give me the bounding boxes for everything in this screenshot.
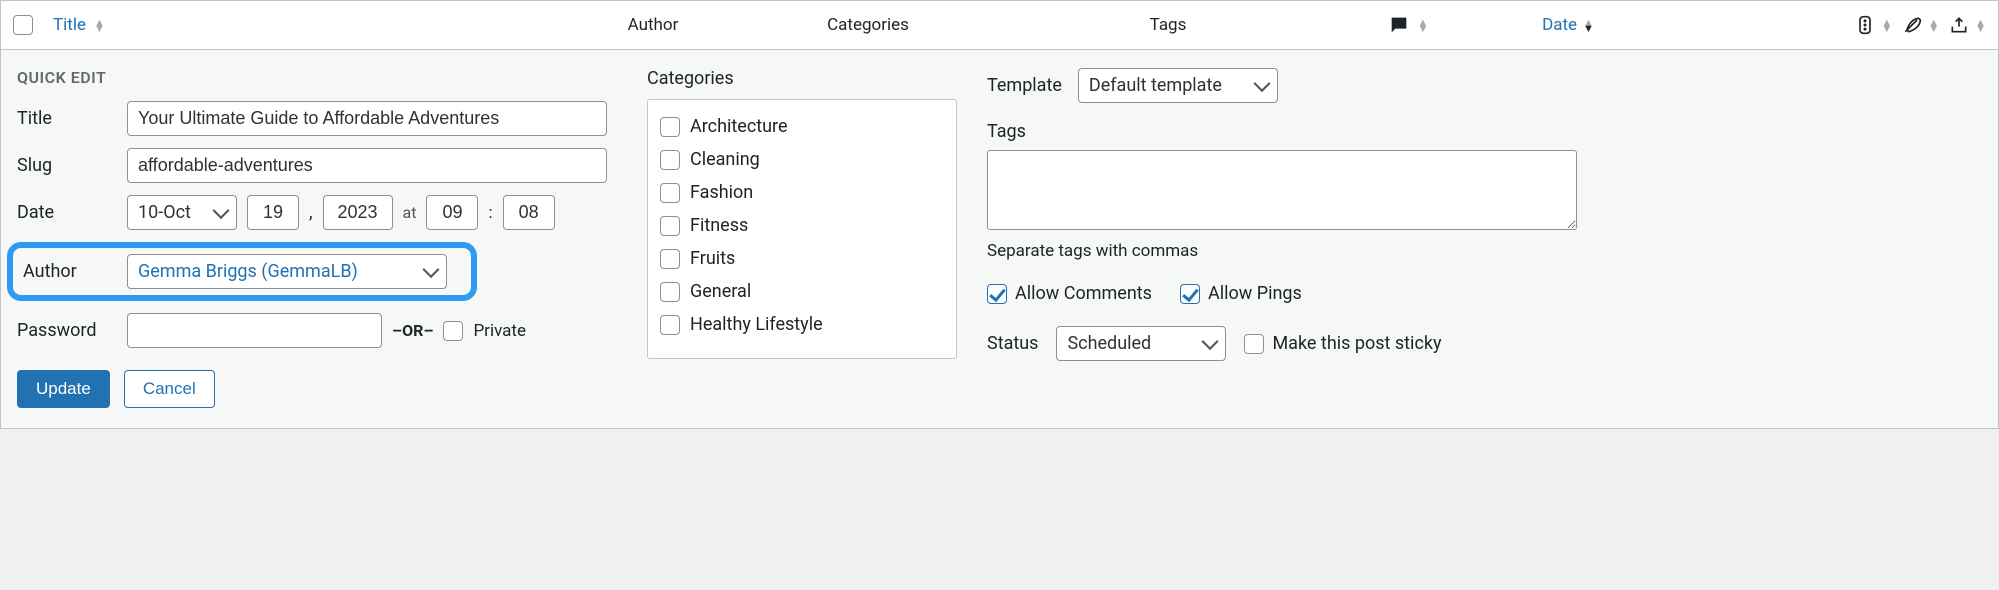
category-label: Architecture (690, 116, 788, 137)
traffic-light-icon[interactable]: ▲▼ (1855, 15, 1892, 35)
slug-label: Slug (17, 155, 117, 176)
posts-table-header: Title ▲▼ Author Categories Tags ▲▼ Date … (0, 0, 1999, 50)
tags-label: Tags (987, 121, 1982, 142)
sort-icon: ▲▼ (1928, 20, 1939, 32)
sort-icon: ▲▼ (1975, 20, 1986, 32)
category-item[interactable]: Healthy Lifestyle (660, 308, 944, 341)
month-select[interactable]: 10-Oct (127, 195, 237, 230)
sticky-group[interactable]: Make this post sticky (1244, 333, 1441, 354)
status-label: Status (987, 333, 1038, 354)
category-checkbox[interactable] (660, 216, 680, 236)
allow-comments-checkbox[interactable] (987, 284, 1007, 304)
private-checkbox[interactable] (443, 321, 463, 341)
sort-icon: ▲▼ (94, 20, 105, 32)
category-checkbox[interactable] (660, 315, 680, 335)
quick-edit-legend: QUICK EDIT (17, 68, 617, 87)
category-checkbox[interactable] (660, 150, 680, 170)
category-checkbox[interactable] (660, 282, 680, 302)
column-comments[interactable]: ▲▼ (1353, 14, 1463, 36)
password-input[interactable] (127, 313, 382, 348)
allow-comments-group[interactable]: Allow Comments (987, 283, 1152, 304)
category-item[interactable]: Fruits (660, 242, 944, 275)
sticky-label: Make this post sticky (1272, 333, 1441, 354)
title-input[interactable] (127, 101, 607, 136)
quick-edit-panel: QUICK EDIT Title Slug Date 10-Oct , at : (0, 50, 1999, 429)
allow-pings-checkbox[interactable] (1180, 284, 1200, 304)
feather-icon[interactable]: ▲▼ (1902, 15, 1939, 35)
column-author[interactable]: Author (553, 15, 753, 35)
cancel-button[interactable]: Cancel (124, 370, 215, 408)
or-label: –OR– (392, 321, 433, 340)
status-select[interactable]: Scheduled (1056, 326, 1226, 361)
category-label: Fitness (690, 215, 748, 236)
password-label: Password (17, 320, 117, 341)
comment-icon (1388, 14, 1410, 36)
column-categories[interactable]: Categories (753, 15, 983, 35)
at-label: at (403, 203, 417, 222)
allow-pings-group[interactable]: Allow Pings (1180, 283, 1302, 304)
category-label: Fruits (690, 248, 735, 269)
column-title[interactable]: Title (53, 15, 86, 35)
author-row-highlight: Author Gemma Briggs (GemmaLB) (7, 242, 477, 301)
template-select[interactable]: Default template (1078, 68, 1278, 103)
allow-comments-label: Allow Comments (1015, 283, 1152, 304)
tags-input[interactable] (987, 150, 1577, 230)
category-label: Cleaning (690, 149, 760, 170)
category-label: Fashion (690, 182, 753, 203)
outbox-icon[interactable]: ▲▼ (1949, 15, 1986, 35)
sort-icon: ▲▼ (1418, 20, 1429, 32)
category-item[interactable]: Fashion (660, 176, 944, 209)
sort-icon: ▲▼ (1881, 20, 1892, 32)
categories-list[interactable]: Architecture Cleaning Fashion Fitness Fr… (647, 99, 957, 359)
category-checkbox[interactable] (660, 183, 680, 203)
categories-heading: Categories (647, 68, 957, 89)
allow-pings-label: Allow Pings (1208, 283, 1302, 304)
title-label: Title (17, 108, 117, 129)
sort-icon: ▲▼ (1583, 20, 1594, 32)
year-input[interactable] (323, 195, 393, 230)
hour-input[interactable] (426, 195, 478, 230)
slug-input[interactable] (127, 148, 607, 183)
day-input[interactable] (247, 195, 299, 230)
category-item[interactable]: Cleaning (660, 143, 944, 176)
category-item[interactable]: Architecture (660, 110, 944, 143)
column-tags[interactable]: Tags (983, 15, 1353, 35)
template-label: Template (987, 75, 1062, 96)
category-checkbox[interactable] (660, 117, 680, 137)
private-label: Private (473, 321, 526, 341)
minute-input[interactable] (503, 195, 555, 230)
category-checkbox[interactable] (660, 249, 680, 269)
category-item[interactable]: Fitness (660, 209, 944, 242)
date-label: Date (17, 202, 117, 223)
author-select[interactable]: Gemma Briggs (GemmaLB) (127, 254, 447, 289)
select-all-checkbox[interactable] (13, 15, 33, 35)
author-label: Author (23, 261, 117, 282)
colon: : (488, 203, 492, 223)
category-item[interactable]: General (660, 275, 944, 308)
update-button[interactable]: Update (17, 370, 110, 408)
column-date[interactable]: Date (1542, 15, 1577, 35)
tags-hint: Separate tags with commas (987, 241, 1982, 261)
category-label: General (690, 281, 751, 302)
sticky-checkbox[interactable] (1244, 334, 1264, 354)
comma: , (309, 202, 313, 223)
category-label: Healthy Lifestyle (690, 314, 823, 335)
